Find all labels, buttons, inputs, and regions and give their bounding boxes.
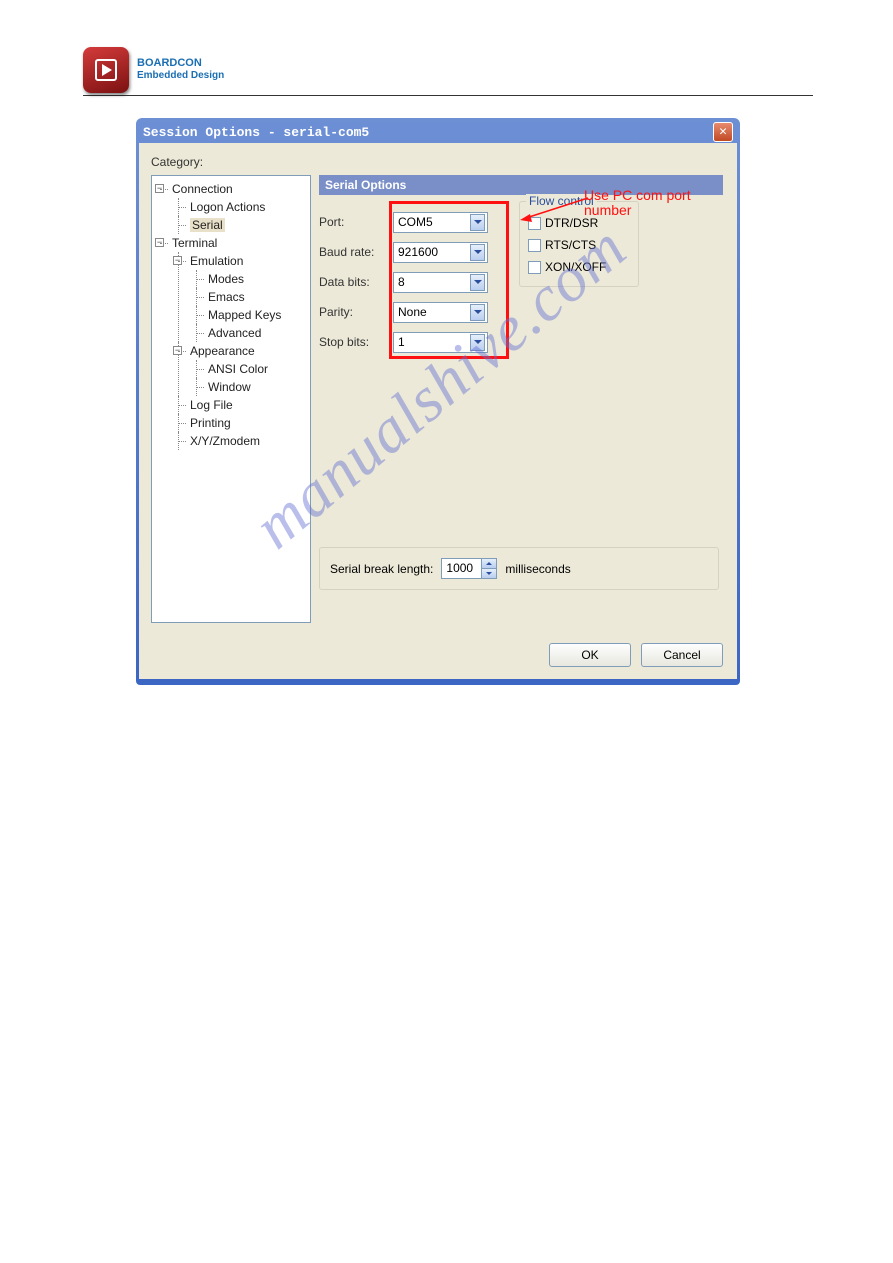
break-length-label: Serial break length: <box>330 562 433 576</box>
chevron-down-icon[interactable] <box>470 304 485 321</box>
flow-control-group: Flow control DTR/DSR RTS/CTS XON/XOFF <box>519 201 639 287</box>
data-bits-select[interactable]: 8 <box>393 272 488 293</box>
data-bits-label: Data bits: <box>319 275 393 289</box>
tree-terminal[interactable]: − Terminal − Emulation Modes Emacs Mappe… <box>154 234 308 450</box>
play-icon <box>95 59 117 81</box>
ok-button[interactable]: OK <box>549 643 631 667</box>
tree-ansi-color[interactable]: ANSI Color <box>190 360 308 378</box>
doc-header: BOARDCON Embedded Design <box>83 44 813 96</box>
break-length-group: Serial break length: 1000 milliseconds <box>319 547 719 590</box>
chevron-down-icon[interactable] <box>470 334 485 351</box>
tree-modes[interactable]: Modes <box>190 270 308 288</box>
serial-options-pane: Serial Options Port: COM5 Baud rate: 921… <box>319 175 723 590</box>
tree-appearance[interactable]: − Appearance ANSI Color Window <box>172 342 308 396</box>
baud-select[interactable]: 921600 <box>393 242 488 263</box>
collapse-icon[interactable]: − <box>155 238 164 247</box>
brand-line2: Embedded Design <box>137 70 224 82</box>
xon-xoff-checkbox[interactable]: XON/XOFF <box>528 256 630 278</box>
tree-serial[interactable]: Serial <box>172 216 308 234</box>
tree-xyz[interactable]: X/Y/Zmodem <box>172 432 308 450</box>
session-options-dialog: Session Options - serial-com5 ✕ Category… <box>136 118 740 685</box>
tree-printing[interactable]: Printing <box>172 414 308 432</box>
category-label: Category: <box>151 155 725 169</box>
chevron-down-icon[interactable] <box>470 214 485 231</box>
tree-advanced[interactable]: Advanced <box>190 324 308 342</box>
port-label: Port: <box>319 215 393 229</box>
tree-emulation[interactable]: − Emulation Modes Emacs Mapped Keys Adva… <box>172 252 308 342</box>
collapse-icon[interactable]: − <box>155 184 164 193</box>
brand-logo <box>83 47 129 93</box>
flow-control-legend: Flow control <box>526 194 597 208</box>
dialog-buttons: OK Cancel <box>549 643 723 667</box>
collapse-icon[interactable]: − <box>173 346 182 355</box>
tree-log-file[interactable]: Log File <box>172 396 308 414</box>
collapse-icon[interactable]: − <box>173 256 182 265</box>
spinner-down-icon[interactable] <box>481 569 496 578</box>
stop-bits-label: Stop bits: <box>319 335 393 349</box>
chevron-down-icon[interactable] <box>470 244 485 261</box>
close-button[interactable]: ✕ <box>713 122 733 142</box>
parity-select[interactable]: None <box>393 302 488 323</box>
serial-params: Port: COM5 Baud rate: 921600 Data bits: <box>319 195 723 357</box>
dtr-dsr-checkbox[interactable]: DTR/DSR <box>528 212 630 234</box>
tree-emacs[interactable]: Emacs <box>190 288 308 306</box>
dialog-titlebar[interactable]: Session Options - serial-com5 ✕ <box>139 121 737 143</box>
break-length-spinner[interactable]: 1000 <box>441 558 497 579</box>
tree-connection[interactable]: − Connection Logon Actions Serial <box>154 180 308 234</box>
dialog-title: Session Options - serial-com5 <box>143 125 713 140</box>
ms-label: milliseconds <box>505 562 570 576</box>
category-tree[interactable]: − Connection Logon Actions Serial − Term… <box>151 175 311 623</box>
brand-text: BOARDCON Embedded Design <box>137 57 224 82</box>
checkbox-icon[interactable] <box>528 217 541 230</box>
spinner-up-icon[interactable] <box>481 559 496 569</box>
checkbox-icon[interactable] <box>528 261 541 274</box>
tree-window[interactable]: Window <box>190 378 308 396</box>
brand-line1: BOARDCON <box>137 57 224 70</box>
checkbox-icon[interactable] <box>528 239 541 252</box>
rts-cts-checkbox[interactable]: RTS/CTS <box>528 234 630 256</box>
port-select[interactable]: COM5 <box>393 212 488 233</box>
cancel-button[interactable]: Cancel <box>641 643 723 667</box>
parity-label: Parity: <box>319 305 393 319</box>
tree-logon-actions[interactable]: Logon Actions <box>172 198 308 216</box>
stop-bits-select[interactable]: 1 <box>393 332 488 353</box>
baud-label: Baud rate: <box>319 245 393 259</box>
tree-mapped-keys[interactable]: Mapped Keys <box>190 306 308 324</box>
dialog-body: Category: − Connection Logon Actions Ser… <box>139 143 737 679</box>
chevron-down-icon[interactable] <box>470 274 485 291</box>
section-header: Serial Options <box>319 175 723 195</box>
